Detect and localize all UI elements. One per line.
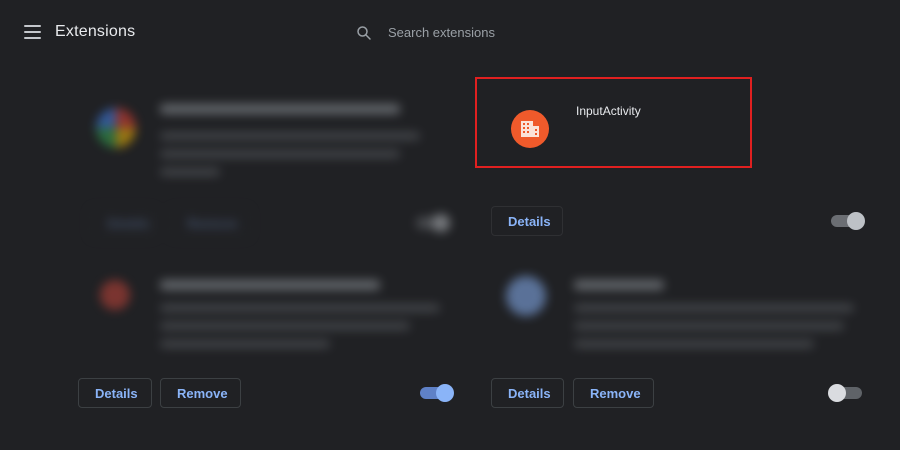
extension-name: InputActivity <box>576 104 641 118</box>
extension-card: Details Remove <box>78 80 458 250</box>
remove-button[interactable]: Remove <box>170 208 250 238</box>
remove-button[interactable]: Remove <box>573 378 654 408</box>
extension-icon <box>96 108 136 148</box>
enable-toggle[interactable] <box>416 214 450 232</box>
extension-icon <box>100 280 130 310</box>
details-button[interactable]: Details <box>90 208 156 238</box>
building-icon <box>511 110 549 148</box>
details-button[interactable]: Details <box>78 378 152 408</box>
page-title: Extensions <box>55 23 136 40</box>
enable-toggle[interactable] <box>828 384 862 402</box>
details-button[interactable]: Details <box>491 206 563 236</box>
search-icon <box>357 26 371 40</box>
search-input[interactable] <box>380 20 696 44</box>
extension-card <box>490 258 870 358</box>
remove-button[interactable]: Remove <box>160 378 241 408</box>
enable-toggle[interactable] <box>420 384 454 402</box>
extension-card <box>78 258 458 358</box>
extension-icon <box>506 276 546 316</box>
menu-icon[interactable] <box>24 25 41 39</box>
toolbar: Extensions <box>0 0 900 64</box>
enable-toggle[interactable] <box>831 212 865 230</box>
details-button[interactable]: Details <box>491 378 564 408</box>
